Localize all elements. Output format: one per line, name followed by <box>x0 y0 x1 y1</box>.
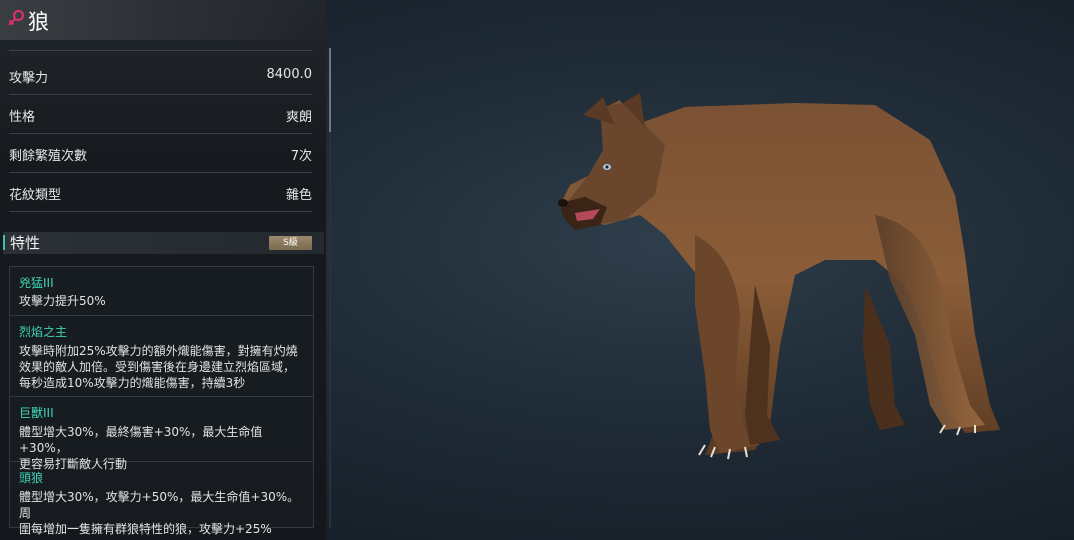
stat-value: 7次 <box>290 149 312 164</box>
stat-label: 性格 <box>9 110 36 125</box>
trait-item[interactable]: 頭狼 體型增大30%，攻擊力+50%，最大生命值+30%。周 圍每增加一隻擁有群… <box>10 462 313 536</box>
stat-label: 剩餘繁殖次數 <box>9 149 88 164</box>
trait-name: 兇猛III <box>19 276 54 290</box>
stat-row-attack: 攻擊力 8400.0 <box>9 56 312 95</box>
divider <box>9 50 312 51</box>
wolf-model[interactable] <box>545 85 1015 470</box>
stat-label: 花紋類型 <box>9 188 62 203</box>
trait-desc: 攻擊時附加25%攻擊力的額外熾能傷害，對擁有灼燒 效果的敵人加倍。受到傷害後在身… <box>19 344 298 390</box>
stat-value: 8400.0 <box>266 67 313 82</box>
trait-item[interactable]: 烈焰之主 攻擊時附加25%攻擊力的額外熾能傷害，對擁有灼燒 效果的敵人加倍。受到… <box>10 316 313 397</box>
trait-name: 烈焰之主 <box>19 325 68 339</box>
trait-name: 巨獸III <box>19 406 54 420</box>
creature-name: 狼 <box>28 10 50 34</box>
trait-item[interactable]: 巨獸III 體型增大30%，最終傷害+30%，最大生命值+30%， 更容易打斷敵… <box>10 397 313 471</box>
trait-item[interactable]: 兇猛III 攻擊力提升50% <box>10 267 313 316</box>
stat-row-personality: 性格 爽朗 <box>9 95 312 134</box>
trait-desc: 攻擊力提升50% <box>19 294 106 308</box>
rank-badge: S級 <box>269 236 312 250</box>
stat-row-breeding: 剩餘繁殖次數 7次 <box>9 134 312 173</box>
traits-list[interactable]: 兇猛III 攻擊力提升50% 烈焰之主 攻擊時附加25%攻擊力的額外熾能傷害，對… <box>9 266 314 536</box>
section-accent-bar <box>3 235 5 250</box>
stat-value: 雜色 <box>285 188 312 203</box>
stat-row-pattern: 花紋類型 雜色 <box>9 173 312 212</box>
trait-desc: 體型增大30%，攻擊力+50%，最大生命值+30%。周 圍每增加一隻擁有群狼特性… <box>19 490 300 536</box>
stat-label: 攻擊力 <box>9 71 49 86</box>
female-symbol-icon <box>8 10 24 26</box>
traits-title: 特性 <box>10 234 41 252</box>
trait-name: 頭狼 <box>19 471 44 485</box>
stat-value: 爽朗 <box>285 110 312 125</box>
scrollbar-thumb[interactable] <box>329 48 331 132</box>
info-panel: 狼 攻擊力 8400.0 性格 爽朗 剩餘繁殖次數 7次 花紋類型 雜色 特性 … <box>0 0 326 540</box>
